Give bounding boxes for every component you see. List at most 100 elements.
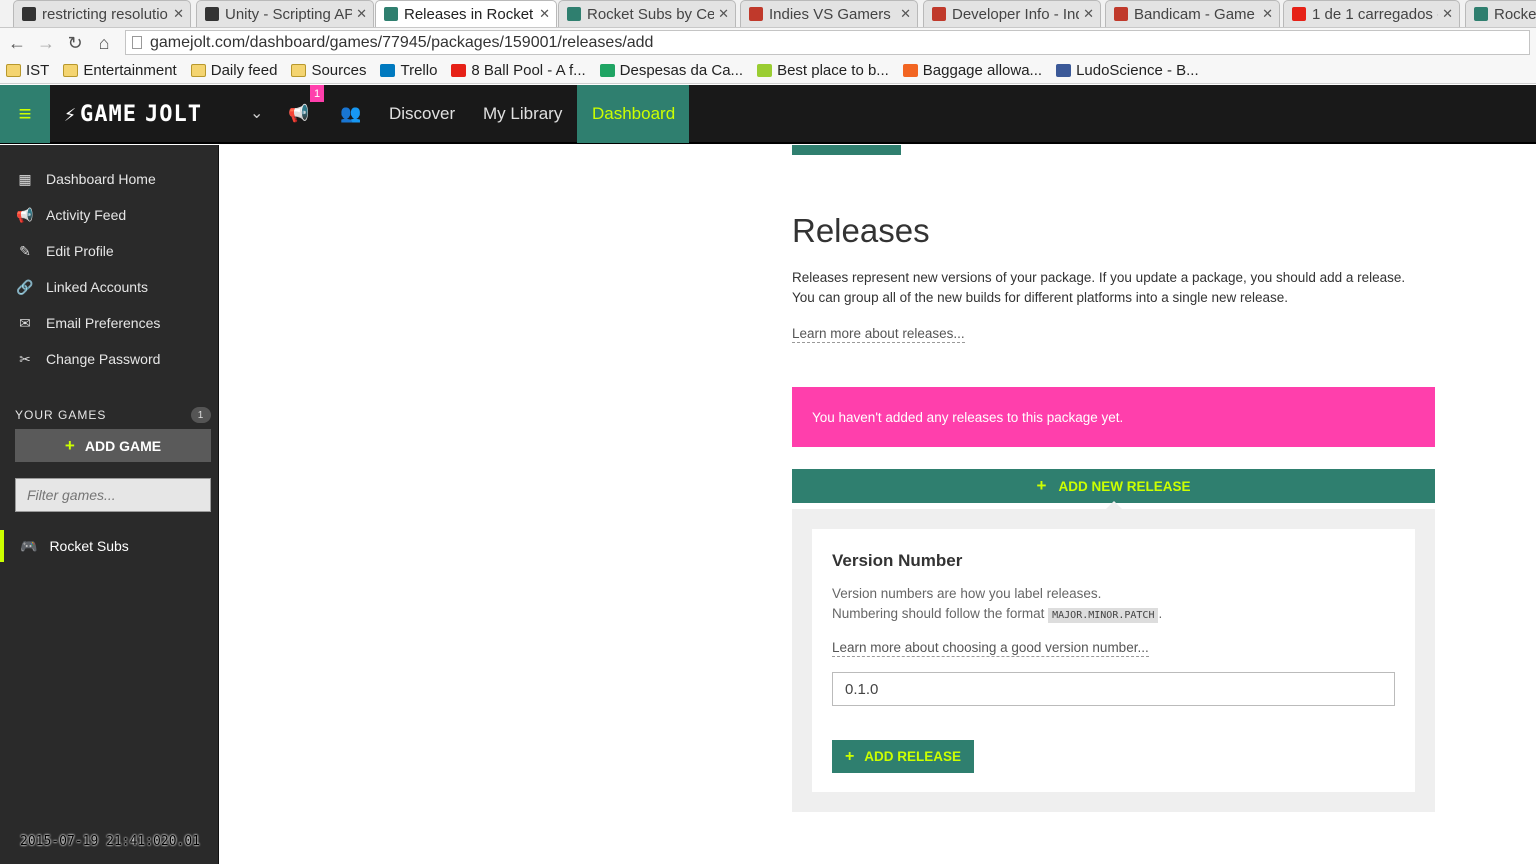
trello-icon [380, 64, 396, 77]
home-icon[interactable]: ⌂ [90, 29, 118, 57]
nav-dashboard[interactable]: Dashboard [577, 85, 689, 143]
forward-arrow-icon[interactable]: → [32, 29, 60, 57]
chevron-down-icon[interactable]: ⌄ [250, 103, 263, 123]
nav-my-library[interactable]: My Library [468, 85, 577, 143]
close-tab-icon[interactable]: ✕ [900, 6, 911, 22]
nav-discover[interactable]: Discover [374, 85, 470, 143]
close-tab-icon[interactable]: ✕ [173, 6, 184, 22]
add-release-button[interactable]: + ADD RELEASE [832, 740, 974, 773]
learn-more-version-link[interactable]: Learn more about choosing a good version… [832, 640, 1149, 657]
tools-icon: ✂ [19, 350, 31, 367]
address-bar-url: gamejolt.com/dashboard/games/77945/packa… [150, 33, 654, 51]
page-icon [132, 36, 142, 49]
logo-text-left: GAME [80, 101, 138, 127]
sidebar-item-label: Dashboard Home [46, 171, 156, 187]
unity-icon [22, 7, 36, 21]
gamejolt-logo[interactable]: ⚡ GAME JOLT [64, 101, 202, 127]
reload-icon[interactable]: ↻ [61, 29, 89, 57]
bookmark-label: Daily feed [210, 62, 278, 79]
browser-tab-title: Unity - Scripting AP [225, 5, 353, 23]
close-tab-icon[interactable]: ✕ [718, 6, 729, 22]
bookmark-item[interactable]: IST [6, 62, 49, 79]
close-tab-icon[interactable]: ✕ [1262, 6, 1273, 22]
e-icon [902, 64, 918, 77]
main-content: Releases Releases represent new versions… [220, 145, 1536, 864]
megaphone-icon: 📢 [16, 206, 34, 223]
browser-tab-title: Bandicam - Game R [1134, 5, 1259, 23]
browser-tab[interactable]: Rocket [1465, 0, 1536, 27]
sidebar-item[interactable]: 🔗 Linked Accounts [0, 272, 219, 302]
bookmark-item[interactable]: Best place to b... [757, 62, 889, 79]
bookmark-label: LudoScience - B... [1076, 62, 1199, 79]
browser-tab[interactable]: Unity - Scripting AP ✕ [196, 0, 374, 27]
browser-tab-title: 1 de 1 carregados - [1312, 5, 1439, 23]
close-tab-icon[interactable]: ✕ [1442, 6, 1453, 22]
browser-tab[interactable]: Bandicam - Game R ✕ [1105, 0, 1280, 27]
sidebar-item[interactable]: ✂ Change Password [0, 344, 219, 374]
folder-icon [63, 64, 79, 77]
bookmark-label: Best place to b... [777, 62, 889, 79]
filter-games-input[interactable] [15, 478, 211, 512]
dashboard-icon: ▦ [18, 170, 32, 187]
smiley-icon [757, 64, 773, 77]
browser-tab[interactable]: Releases in Rocket ✕ [375, 0, 557, 27]
browser-tab[interactable]: restricting resolutio ✕ [13, 0, 191, 27]
unity-icon [205, 7, 219, 21]
envelope-icon: ✉ [19, 314, 31, 331]
bookmark-item[interactable]: LudoScience - B... [1056, 62, 1199, 79]
hamburger-menu-icon[interactable]: ≡ [0, 85, 50, 143]
browser-tab[interactable]: Developer Info - Ind ✕ [923, 0, 1101, 27]
learn-more-releases-link[interactable]: Learn more about releases... [792, 326, 965, 343]
bookmark-label: 8 Ball Pool - A f... [471, 62, 586, 79]
bookmark-item[interactable]: Entertainment [63, 62, 177, 79]
add-game-button[interactable]: + ADD GAME [15, 429, 211, 462]
browser-tab-title: Developer Info - Ind [952, 5, 1080, 23]
browser-tab[interactable]: Indies VS Gamers | ✕ [740, 0, 918, 27]
close-tab-icon[interactable]: ✕ [356, 6, 367, 22]
version-number-card: Version Number Version numbers are how y… [812, 529, 1415, 792]
sidebar-item-label: Activity Feed [46, 207, 127, 223]
sidebar-item[interactable]: 📢 Activity Feed [0, 200, 219, 230]
folder-icon [190, 64, 206, 77]
bookmark-item[interactable]: Baggage allowa... [902, 62, 1043, 79]
games-count-badge: 1 [191, 407, 211, 423]
help-line-1: Version numbers are how you label releas… [832, 586, 1102, 601]
bookmark-item[interactable]: 8 Ball Pool - A f... [451, 62, 586, 79]
bookmark-item[interactable]: Despesas da Ca... [599, 62, 743, 79]
bookmark-item[interactable]: Sources [291, 62, 366, 79]
address-bar[interactable]: gamejolt.com/dashboard/games/77945/packa… [125, 30, 1530, 55]
browser-tab-title: Rocket Subs by Cel [587, 5, 715, 23]
sidebar-item[interactable]: ✎ Edit Profile [0, 236, 219, 266]
facebook-icon [1056, 64, 1072, 77]
game-label: Rocket Subs [49, 538, 129, 554]
bookmark-item[interactable]: Trello [380, 62, 437, 79]
version-format-code: MAJOR.MINOR.PATCH [1048, 608, 1159, 623]
sidebar-item[interactable]: ▦ Dashboard Home [0, 164, 219, 194]
bookmark-label: IST [26, 62, 50, 79]
notifications-icon[interactable]: 📢 [288, 104, 309, 124]
link-icon: 🔗 [16, 278, 34, 295]
bookmark-item[interactable]: Daily feed [190, 62, 278, 79]
sidebar-game-rocket-subs[interactable]: 🎮 Rocket Subs [0, 530, 219, 562]
version-help-text: Version numbers are how you label releas… [832, 584, 1162, 626]
bookmark-label: Trello [400, 62, 438, 79]
browser-tab-title: Releases in Rocket [404, 5, 534, 23]
browser-tab[interactable]: Rocket Subs by Cel ✕ [558, 0, 736, 27]
indiesvsgamers-icon [749, 7, 763, 21]
browser-tab[interactable]: 1 de 1 carregados - ✕ [1283, 0, 1460, 27]
description-line-1: Releases represent new versions of your … [792, 270, 1406, 285]
help-line-2-prefix: Numbering should follow the format [832, 606, 1049, 621]
sidebar-item-label: Linked Accounts [46, 279, 148, 295]
close-tab-icon[interactable]: ✕ [1083, 6, 1094, 22]
version-number-input[interactable] [832, 672, 1395, 706]
gamejolt-icon [567, 7, 581, 21]
back-arrow-icon[interactable]: ← [3, 29, 31, 57]
folder-icon [291, 64, 307, 77]
active-tab-indicator [792, 145, 901, 155]
close-tab-icon[interactable]: ✕ [539, 6, 550, 22]
sidebar-item[interactable]: ✉ Email Preferences [0, 308, 219, 338]
bookmark-label: Baggage allowa... [922, 62, 1043, 79]
friends-icon[interactable]: 👥 [340, 104, 361, 124]
add-new-release-button[interactable]: + ADD NEW RELEASE [792, 469, 1435, 503]
youtube-icon [451, 64, 467, 77]
